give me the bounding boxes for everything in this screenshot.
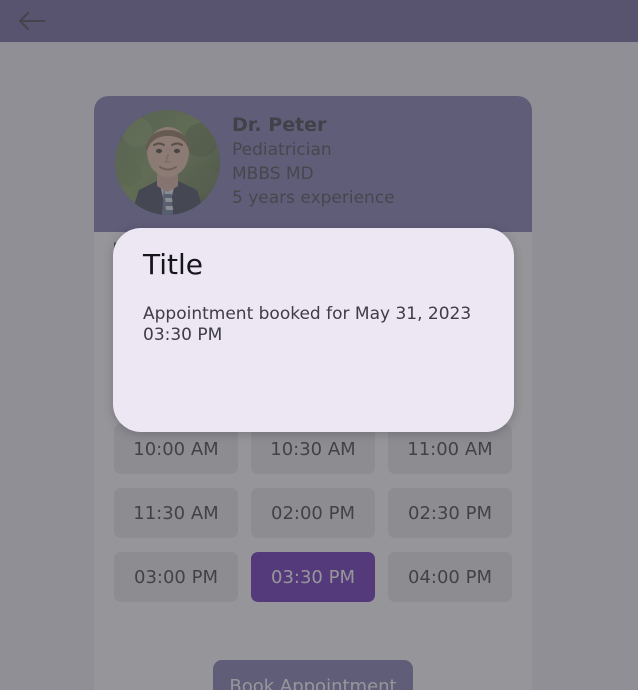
screen: Dr. Peter Pediatrician MBBS MD 5 years e… — [0, 0, 638, 690]
dialog-title: Title — [143, 248, 204, 281]
alert-dialog: Title Appointment booked for May 31, 202… — [113, 228, 514, 432]
dialog-message: Appointment booked for May 31, 2023 03:3… — [143, 304, 472, 345]
